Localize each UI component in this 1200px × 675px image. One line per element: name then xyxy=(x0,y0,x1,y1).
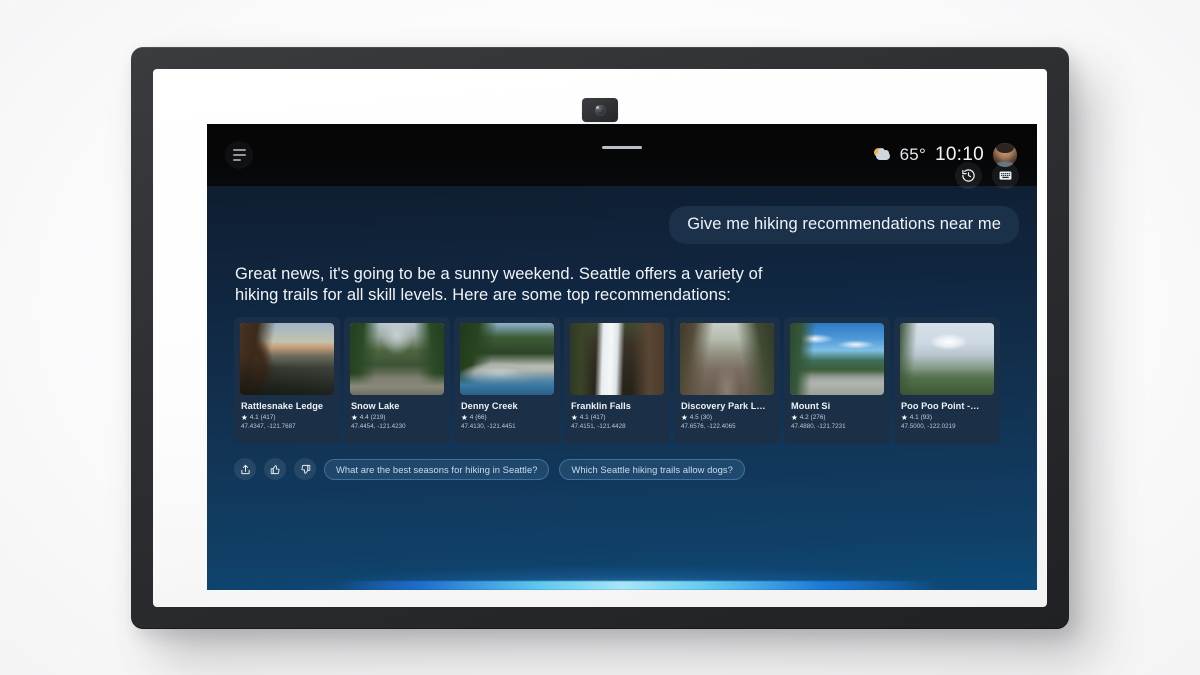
card-rating: ★ 4.1 (417) xyxy=(241,412,333,422)
device-screen: 65° 10:10 Give me hiking recommendations… xyxy=(207,124,1037,590)
rating-value: 4.4 xyxy=(359,413,369,421)
status-bar: 65° 10:10 xyxy=(207,124,1037,186)
thumbs-down-icon xyxy=(300,464,310,474)
card-coordinates: 47.6576, -122.4065 xyxy=(681,422,736,430)
device-bezel: 65° 10:10 Give me hiking recommendations… xyxy=(153,69,1047,607)
card-coordinates: 47.4454, -121.4230 xyxy=(351,422,406,430)
card-meta: Rattlesnake Ledge ★ 4.1 (417) 47.4347, -… xyxy=(240,395,334,430)
card-coordinates: 47.4880, -121.7231 xyxy=(791,422,846,430)
hiking-card[interactable]: Mount Si ★ 4.2 (276) 47.4880, -121.7231 xyxy=(784,317,890,444)
thumbs-down-button[interactable] xyxy=(294,458,316,480)
card-thumbnail xyxy=(240,323,334,395)
share-icon xyxy=(240,464,250,474)
hiking-card[interactable]: Franklin Falls ★ 4.1 (417) 47.4151, -121… xyxy=(564,317,670,444)
card-title: Franklin Falls xyxy=(571,401,631,411)
suggestion-chip[interactable]: What are the best seasons for hiking in … xyxy=(324,458,550,480)
star-icon: ★ xyxy=(571,412,578,422)
smart-display-device: 65° 10:10 Give me hiking recommendations… xyxy=(131,47,1069,629)
user-prompt-bubble: Give me hiking recommendations near me xyxy=(669,206,1019,244)
keyboard-button[interactable] xyxy=(992,162,1019,189)
star-icon: ★ xyxy=(901,412,908,422)
review-count: (276) xyxy=(810,413,826,421)
temperature-label: 65° xyxy=(899,145,926,164)
review-count: (219) xyxy=(370,413,386,421)
star-icon: ★ xyxy=(791,412,798,422)
card-title: Mount Si xyxy=(791,401,831,411)
card-thumbnail xyxy=(460,323,554,395)
card-meta: Poo Poo Point -… ★ 4.1 (93) 47.5000, -12… xyxy=(900,395,994,430)
card-rating: ★ 4.1 (93) xyxy=(901,412,993,422)
card-title: Denny Creek xyxy=(461,401,518,411)
action-icon-group xyxy=(955,162,1019,189)
card-rating: ★ 4 (66) xyxy=(461,412,553,422)
card-meta: Discovery Park L… ★ 4.5 (30) 47.6576, -1… xyxy=(680,395,774,430)
card-meta: Franklin Falls ★ 4.1 (417) 47.4151, -121… xyxy=(570,395,664,430)
card-thumbnail xyxy=(350,323,444,395)
rating-value: 4.1 xyxy=(249,413,259,421)
card-title: Snow Lake xyxy=(351,401,400,411)
status-light-bar xyxy=(207,581,1037,590)
sun-behind-cloud-icon xyxy=(873,147,891,163)
card-coordinates: 47.4347, -121.7687 xyxy=(241,422,296,430)
suggestion-chip[interactable]: Which Seattle hiking trails allow dogs? xyxy=(559,458,745,480)
rating-value: 4.1 xyxy=(909,413,919,421)
review-count: (417) xyxy=(590,413,606,421)
card-thumbnail xyxy=(680,323,774,395)
card-coordinates: 47.5000, -122.0219 xyxy=(901,422,956,430)
star-icon: ★ xyxy=(461,412,468,422)
card-title: Discovery Park L… xyxy=(681,401,766,411)
card-meta: Snow Lake ★ 4.4 (219) 47.4454, -121.4230 xyxy=(350,395,444,430)
share-button[interactable] xyxy=(234,458,256,480)
card-thumbnail xyxy=(570,323,664,395)
rating-value: 4 xyxy=(469,413,474,421)
camera-module xyxy=(582,98,618,122)
card-title: Poo Poo Point -… xyxy=(901,401,980,411)
thumbs-up-icon xyxy=(270,464,280,474)
rating-value: 4.1 xyxy=(579,413,589,421)
card-thumbnail xyxy=(790,323,884,395)
card-rating: ★ 4.4 (219) xyxy=(351,412,443,422)
card-title: Rattlesnake Ledge xyxy=(241,401,324,411)
card-rating: ★ 4.2 (276) xyxy=(791,412,883,422)
hiking-card-list[interactable]: Rattlesnake Ledge ★ 4.1 (417) 47.4347, -… xyxy=(234,317,1000,444)
review-count: (417) xyxy=(260,413,276,421)
hamburger-menu-icon[interactable] xyxy=(225,141,253,169)
rating-value: 4.5 xyxy=(689,413,699,421)
star-icon: ★ xyxy=(241,412,248,422)
star-icon: ★ xyxy=(681,412,688,422)
review-count: (66) xyxy=(475,413,487,421)
panel-drag-handle[interactable] xyxy=(602,146,642,149)
card-thumbnail xyxy=(900,323,994,395)
feedback-and-suggestions-row: What are the best seasons for hiking in … xyxy=(234,458,745,480)
star-icon: ★ xyxy=(351,412,358,422)
hiking-card[interactable]: Rattlesnake Ledge ★ 4.1 (417) 47.4347, -… xyxy=(234,317,340,444)
card-coordinates: 47.4130, -121.4451 xyxy=(461,422,516,430)
page-root: 65° 10:10 Give me hiking recommendations… xyxy=(0,0,1200,675)
hiking-card[interactable]: Denny Creek ★ 4 (66) 47.4130, -121.4451 xyxy=(454,317,560,444)
review-count: (30) xyxy=(700,413,712,421)
history-button[interactable] xyxy=(955,162,982,189)
hiking-card[interactable]: Discovery Park L… ★ 4.5 (30) 47.6576, -1… xyxy=(674,317,780,444)
card-coordinates: 47.4151, -121.4428 xyxy=(571,422,626,430)
camera-lens-icon xyxy=(594,104,606,116)
review-count: (93) xyxy=(920,413,932,421)
assistant-response-text: Great news, it's going to be a sunny wee… xyxy=(235,265,763,305)
keyboard-icon xyxy=(999,171,1012,180)
hiking-card[interactable]: Snow Lake ★ 4.4 (219) 47.4454, -121.4230 xyxy=(344,317,450,444)
hiking-card[interactable]: Poo Poo Point -… ★ 4.1 (93) 47.5000, -12… xyxy=(894,317,1000,444)
card-meta: Denny Creek ★ 4 (66) 47.4130, -121.4451 xyxy=(460,395,554,430)
card-rating: ★ 4.1 (417) xyxy=(571,412,663,422)
card-rating: ★ 4.5 (30) xyxy=(681,412,773,422)
clock-history-icon xyxy=(962,169,975,182)
card-meta: Mount Si ★ 4.2 (276) 47.4880, -121.7231 xyxy=(790,395,884,430)
rating-value: 4.2 xyxy=(799,413,809,421)
thumbs-up-button[interactable] xyxy=(264,458,286,480)
